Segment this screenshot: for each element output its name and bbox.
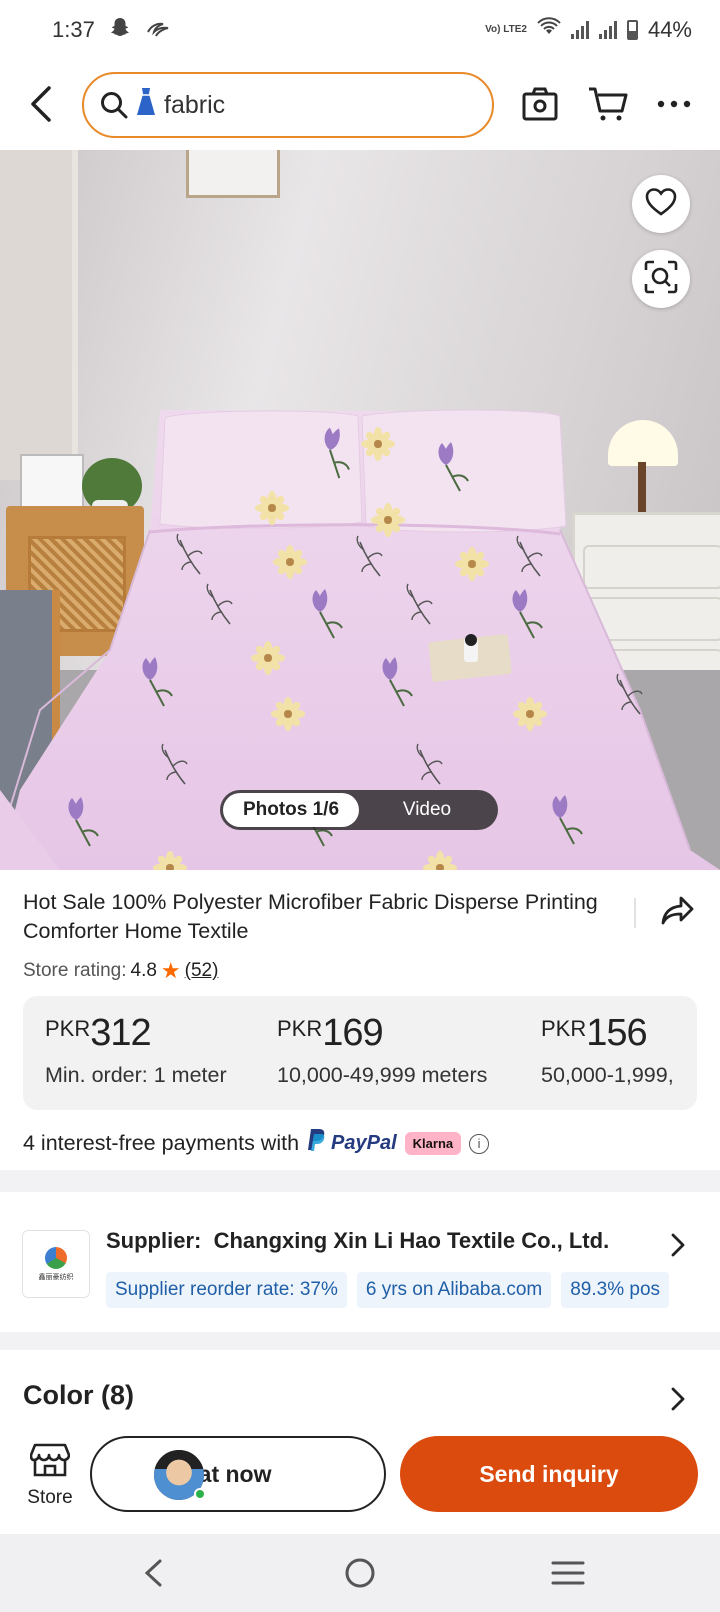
price-condition: 10,000-49,999 meters <box>277 1063 488 1087</box>
media-tabs: Photos 1/6 Video <box>220 790 498 830</box>
rating-label: Store rating: <box>23 960 127 981</box>
product-title: Hot Sale 100% Polyester Microfiber Fabri… <box>23 890 598 943</box>
store-icon <box>29 1442 71 1483</box>
klarna-badge: Klarna <box>404 1132 462 1155</box>
search-input[interactable]: fabric <box>82 72 494 138</box>
product-info-section: Hot Sale 100% Polyester Microfiber Fabri… <box>0 870 720 1170</box>
price-tier: PKR169 10,000-49,999 meters <box>277 1012 487 1088</box>
top-header: fabric <box>0 60 720 150</box>
supplier-chip: 6 yrs on Alibaba.com <box>356 1272 552 1308</box>
wifi-icon <box>537 17 561 43</box>
price-currency: PKR <box>277 1016 323 1041</box>
status-bar: 1:37 Vo) LTE2 44% <box>0 0 720 60</box>
paypal-label: PayPal <box>331 1132 397 1154</box>
share-icon[interactable] <box>658 890 698 930</box>
snapchat-icon <box>109 16 131 44</box>
bottom-action-bar: Store Chat now Send inquiry <box>0 1428 720 1534</box>
price-condition: Min. order: 1 meter <box>45 1063 227 1087</box>
store-rating: Store rating: 4.8 ★ (52) <box>23 958 218 984</box>
image-search-icon <box>644 260 678 299</box>
price-currency: PKR <box>45 1016 91 1041</box>
paypal-logo-icon <box>307 1128 327 1159</box>
image-search-button[interactable] <box>632 250 690 308</box>
rating-value: 4.8 <box>130 960 157 981</box>
color-title: Color (8) <box>23 1380 134 1410</box>
online-indicator <box>194 1488 206 1500</box>
alibaba-icon <box>145 17 171 43</box>
price-tier: PKR156 50,000-1,999, <box>541 1012 674 1088</box>
avatar <box>154 1450 206 1500</box>
supplier-company: Changxing Xin Li Hao Textile Co., Ltd. <box>213 1228 610 1253</box>
supplier-label: Supplier: <box>106 1228 202 1253</box>
price-amount: 169 <box>322 1012 383 1054</box>
price-amount: 156 <box>586 1012 647 1054</box>
store-button[interactable]: Store <box>18 1442 82 1514</box>
chevron-right-icon[interactable] <box>664 1228 692 1262</box>
cart-icon[interactable] <box>584 82 632 126</box>
supplier-name: Supplier: Changxing Xin Li Hao Textile C… <box>106 1228 609 1254</box>
info-icon[interactable]: i <box>469 1133 490 1154</box>
send-inquiry-button[interactable]: Send inquiry <box>400 1436 698 1512</box>
search-icon <box>94 85 134 125</box>
price-tiers: PKR312 Min. order: 1 meter PKR169 10,000… <box>23 996 697 1110</box>
camera-icon[interactable] <box>518 82 562 126</box>
tab-video[interactable]: Video <box>359 799 495 821</box>
price-amount: 312 <box>90 1012 151 1054</box>
supplier-logo-text: 鑫丽豪纺织 <box>38 1273 74 1281</box>
status-time: 1:37 <box>52 17 95 42</box>
supplier-logo: 鑫丽豪纺织 <box>22 1230 90 1298</box>
heart-icon <box>645 187 677 222</box>
back-arrow-icon[interactable] <box>18 82 62 126</box>
more-icon[interactable] <box>652 82 696 126</box>
tab-photos[interactable]: Photos 1/6 <box>223 793 359 827</box>
store-label: Store <box>27 1487 73 1508</box>
supplier-chips: Supplier reorder rate: 37% 6 yrs on Alib… <box>106 1272 720 1308</box>
supplier-chip: 89.3% pos <box>561 1272 670 1308</box>
dress-icon <box>134 87 158 124</box>
price-currency: PKR <box>541 1016 587 1041</box>
photo-bed-sheet <box>0 409 720 870</box>
product-image-gallery[interactable]: Photos 1/6 Video <box>0 150 720 870</box>
nav-home-icon[interactable] <box>335 1548 385 1598</box>
paypal-badge: PayPal <box>307 1128 397 1159</box>
chevron-right-icon[interactable] <box>664 1382 692 1416</box>
rating-count-link[interactable]: (52) <box>185 960 219 982</box>
battery-icon <box>626 20 638 40</box>
supplier-section[interactable]: 鑫丽豪纺织 Supplier: Changxing Xin Li Hao Tex… <box>0 1192 720 1332</box>
battery-percent: 44% <box>647 17 692 42</box>
signal-icon <box>570 21 589 39</box>
supplier-logo-icon <box>45 1246 67 1269</box>
signal-icon <box>598 21 617 39</box>
favorite-button[interactable] <box>632 175 690 233</box>
divider <box>634 898 636 928</box>
inquiry-label: Send inquiry <box>479 1460 619 1487</box>
volte-label: Vo) LTE2 <box>485 24 527 35</box>
nav-recents-icon[interactable] <box>543 1548 593 1598</box>
color-selector[interactable]: Color (8) <box>0 1350 720 1440</box>
price-condition: 50,000-1,999, <box>541 1063 674 1087</box>
supplier-chip: Supplier reorder rate: 37% <box>106 1272 347 1308</box>
system-nav-bar <box>0 1534 720 1612</box>
payment-options: 4 interest-free payments with PayPal Kla… <box>23 1128 490 1159</box>
star-icon: ★ <box>160 958 181 983</box>
payments-text: 4 interest-free payments with <box>23 1131 300 1155</box>
search-query: fabric <box>164 90 226 119</box>
chat-now-button[interactable]: Chat now <box>90 1436 386 1512</box>
price-tier: PKR312 Min. order: 1 meter <box>45 1012 227 1088</box>
nav-back-icon[interactable] <box>128 1548 178 1598</box>
